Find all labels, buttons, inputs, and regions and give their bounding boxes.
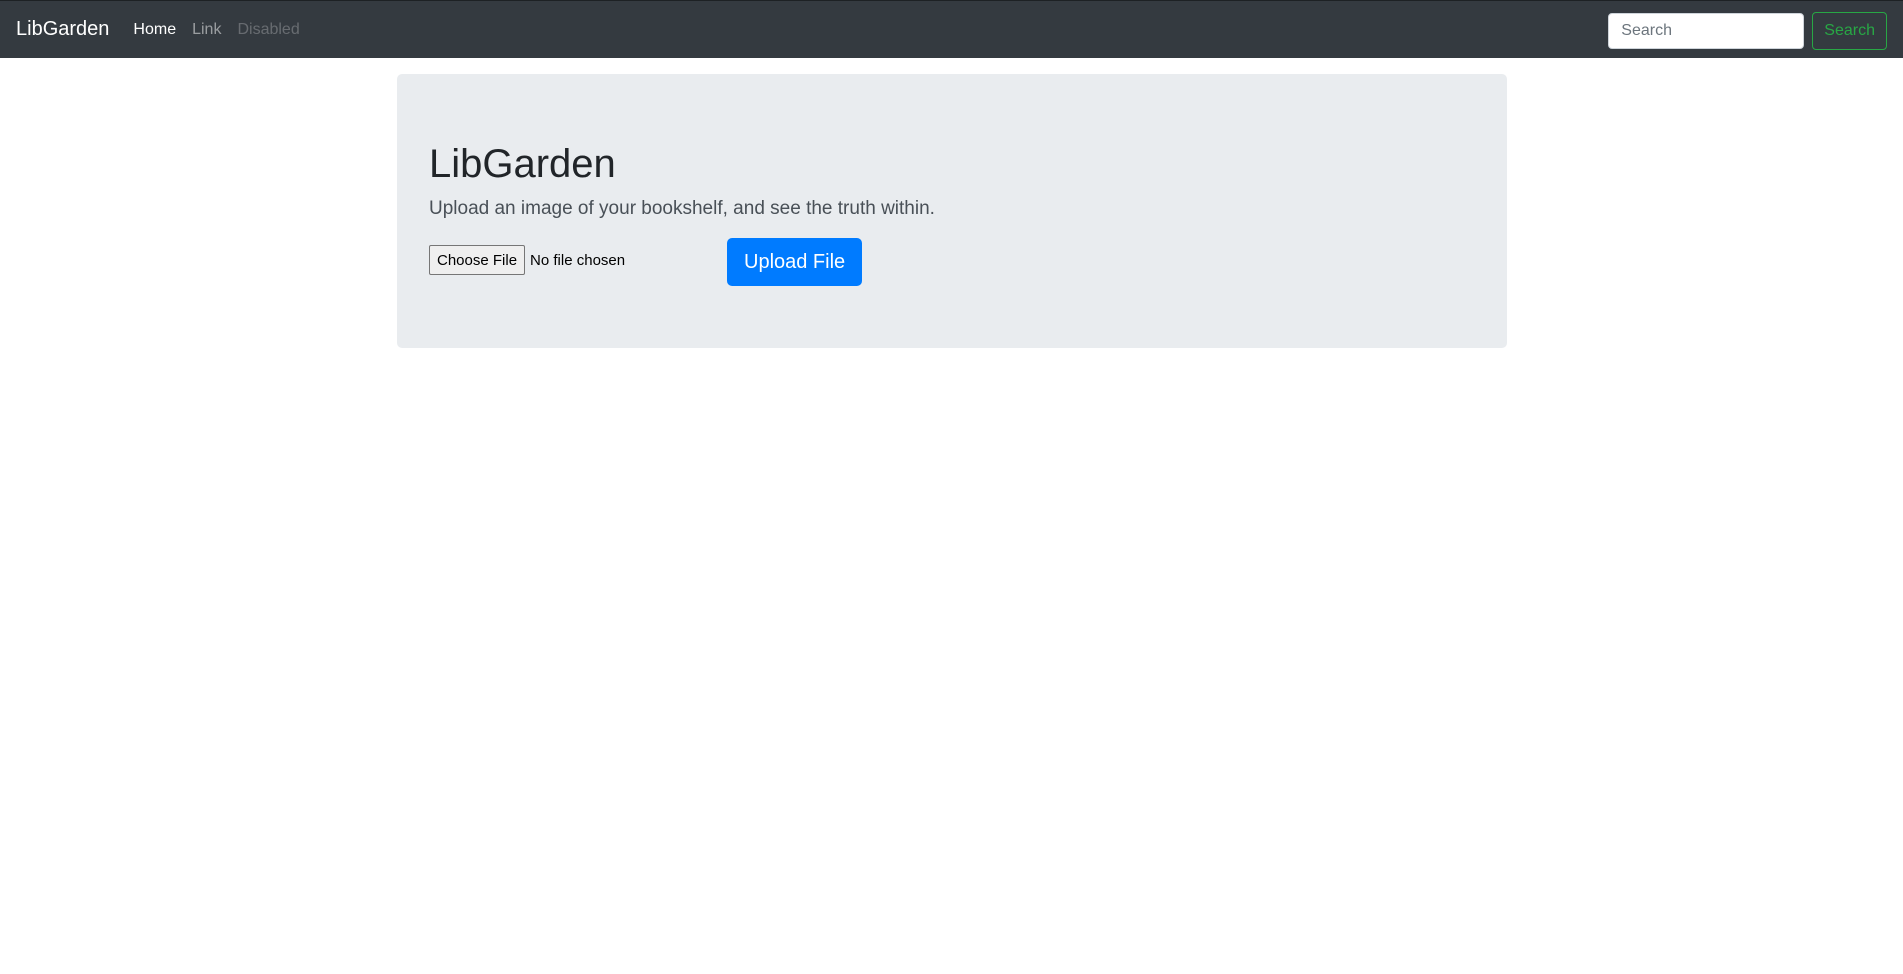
jumbotron: LibGarden Upload an image of your booksh…	[397, 74, 1507, 348]
nav-link-link[interactable]: Link	[192, 21, 221, 39]
navbar-brand[interactable]: LibGarden	[16, 18, 109, 41]
nav-link-home[interactable]: Home	[133, 21, 176, 39]
nav-links: Home Link Disabled	[133, 21, 299, 39]
file-input: Choose File No file chosen	[429, 245, 727, 275]
search-form: Search	[1608, 12, 1887, 50]
page-title: LibGarden	[429, 142, 616, 186]
search-button[interactable]: Search	[1812, 12, 1887, 50]
top-navbar: LibGarden Home Link Disabled Search	[0, 0, 1903, 58]
search-input[interactable]	[1608, 13, 1805, 49]
nav-link-disabled: Disabled	[237, 20, 300, 38]
upload-form: Choose File No file chosen Upload File	[429, 234, 1475, 286]
choose-file-button[interactable]: Choose File	[429, 245, 526, 275]
lead-text: Upload an image of your bookshelf, and s…	[429, 198, 935, 219]
upload-file-button[interactable]: Upload File	[727, 238, 863, 286]
file-status-text: No file chosen	[530, 251, 626, 269]
